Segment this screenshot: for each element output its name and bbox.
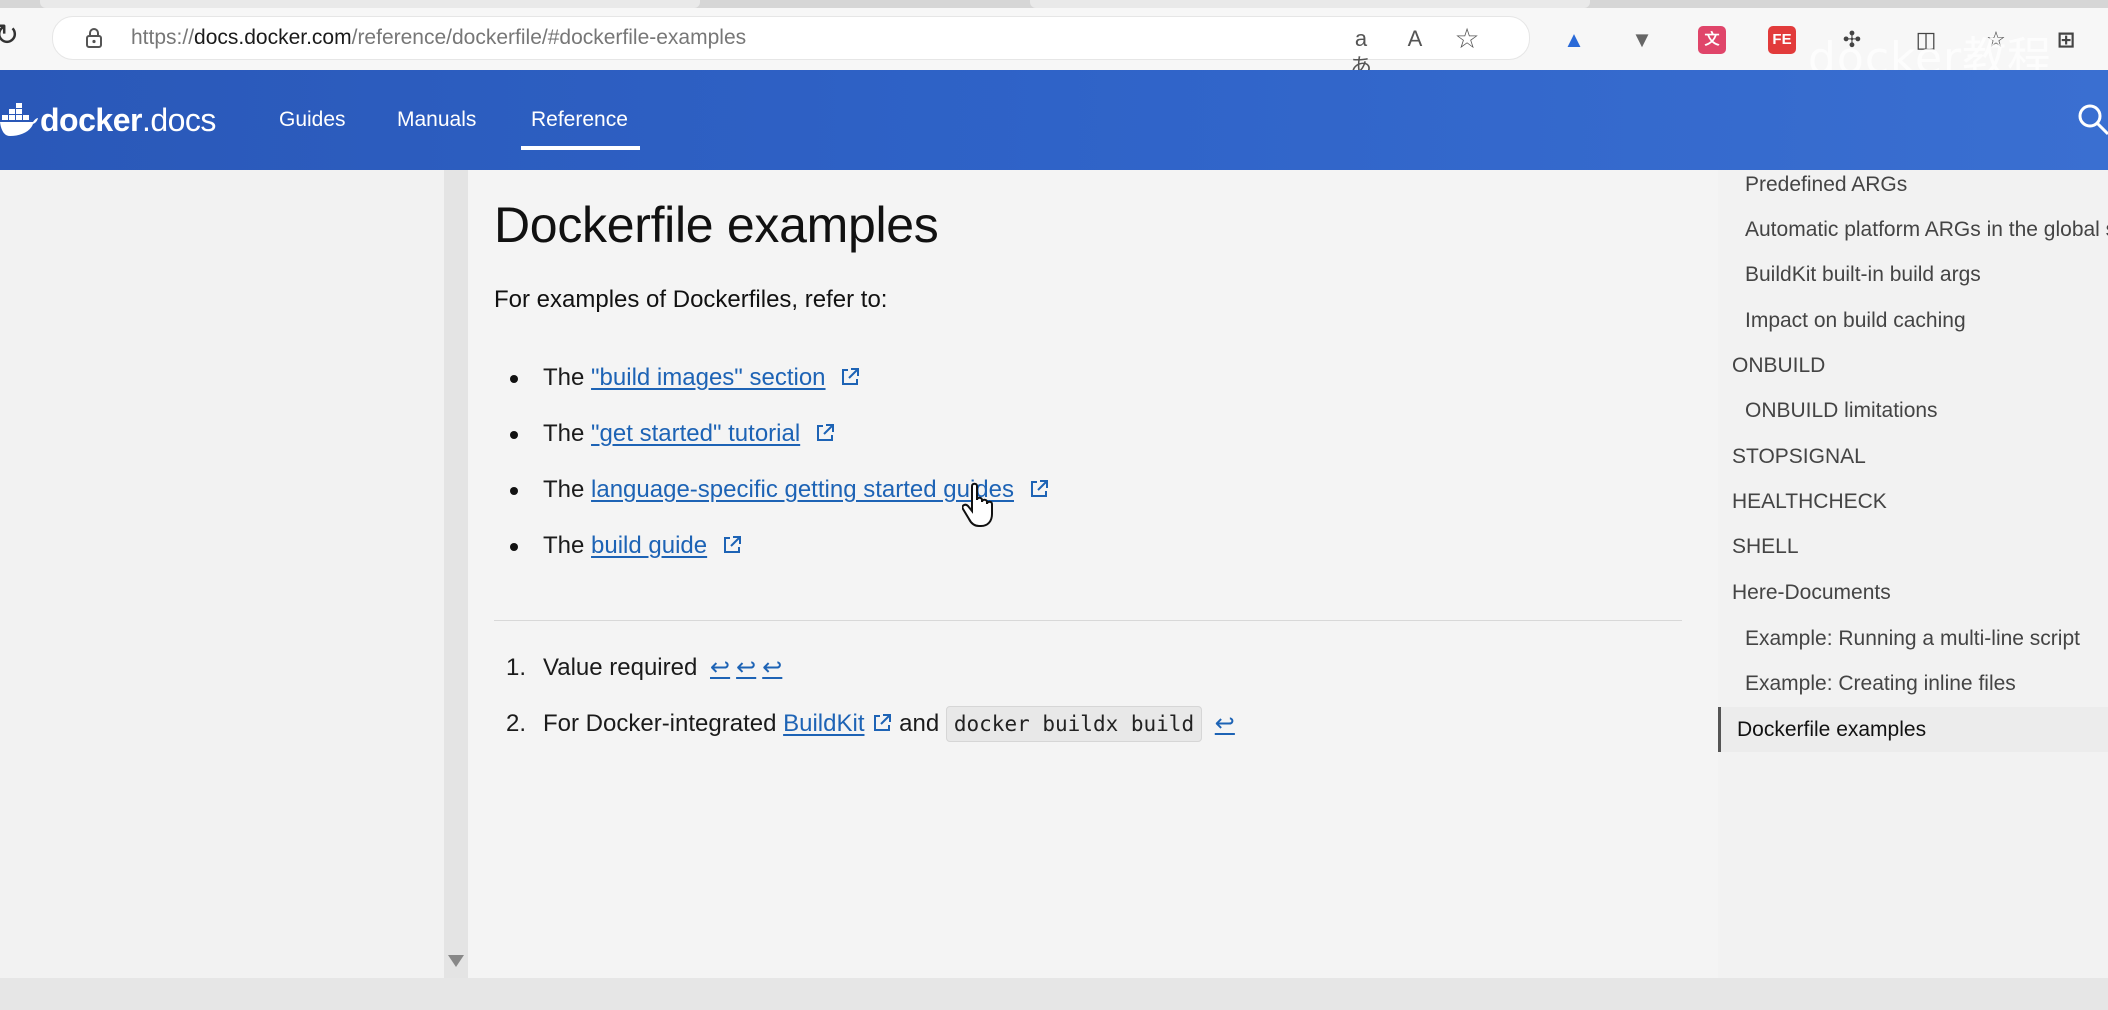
external-link-icon bbox=[723, 536, 741, 553]
extension-triangle-icon[interactable]: ▲ bbox=[1560, 26, 1588, 54]
docs-header: docker.docs Guides Manuals Reference bbox=[0, 70, 2108, 170]
extension-v-icon[interactable]: ▼ bbox=[1628, 26, 1656, 54]
address-bar[interactable]: https://docs.docker.com/reference/docker… bbox=[52, 16, 1530, 79]
bottom-strip bbox=[0, 978, 2108, 1010]
toc-item[interactable]: Example: Running a multi-line script bbox=[1745, 624, 2080, 654]
extension-translate-icon[interactable]: 文 bbox=[1698, 26, 1726, 54]
logo-text: docker.docs bbox=[40, 101, 216, 138]
toc-item[interactable]: Here-Documents bbox=[1732, 578, 1891, 608]
browser-tab[interactable] bbox=[1030, 0, 1590, 8]
toc-item[interactable]: STOPSIGNAL bbox=[1732, 442, 1866, 472]
toc-item[interactable]: ONBUILD bbox=[1732, 351, 1825, 381]
toc-item[interactable]: Example: Creating inline files bbox=[1745, 669, 2016, 699]
reload-icon[interactable]: ↻ bbox=[0, 21, 22, 51]
build-guide-link[interactable]: build guide bbox=[591, 532, 707, 559]
extension-fe-icon[interactable]: FE bbox=[1768, 26, 1796, 54]
intro-text: For examples of Dockerfiles, refer to: bbox=[494, 286, 888, 313]
nav-reference[interactable]: Reference bbox=[521, 100, 640, 150]
nav-guides[interactable]: Guides bbox=[279, 100, 346, 140]
footnote-backref-link[interactable]: ↩ bbox=[710, 654, 730, 681]
build-images-link[interactable]: "build images" section bbox=[591, 364, 826, 391]
scroll-down-arrow-icon[interactable] bbox=[448, 955, 464, 967]
get-started-link[interactable]: "get started" tutorial bbox=[591, 420, 800, 447]
footnote-backref-link[interactable]: ↩ bbox=[736, 654, 756, 681]
footnote-item: 2. For Docker-integrated BuildKit and do… bbox=[494, 702, 1235, 758]
footnote-backref-link[interactable]: ↩ bbox=[1215, 710, 1235, 737]
list-item: The "build images" section bbox=[494, 356, 1049, 412]
page-title: Dockerfile examples bbox=[494, 197, 939, 253]
browser-toolbar: ↻ https://docs.docker.com/reference/dock… bbox=[0, 8, 2108, 84]
docker-docs-logo[interactable]: docker.docs bbox=[0, 100, 216, 140]
list-item: The build guide bbox=[494, 524, 1049, 580]
footnotes-list: 1. Value required ↩ ↩ ↩ 2. For Docker-inte… bbox=[494, 646, 1235, 758]
external-link-icon bbox=[842, 368, 860, 385]
examples-list: The "build images" section The "get star… bbox=[494, 356, 1049, 580]
toc-item[interactable]: ONBUILD limitations bbox=[1745, 396, 1938, 426]
lock-icon[interactable] bbox=[83, 27, 105, 49]
footnote-item: 1. Value required ↩ ↩ ↩ bbox=[506, 654, 783, 681]
footnotes-divider bbox=[494, 620, 1682, 621]
favorite-star-icon[interactable]: ☆ bbox=[1453, 25, 1481, 53]
toc-item[interactable]: SHELL bbox=[1732, 532, 1799, 562]
external-link-icon bbox=[816, 424, 834, 441]
nav-manuals[interactable]: Manuals bbox=[397, 100, 476, 140]
external-link-icon bbox=[874, 714, 892, 731]
toc-item[interactable]: Impact on build caching bbox=[1745, 306, 1966, 336]
language-guides-link[interactable]: language-specific getting started guides bbox=[591, 476, 1014, 503]
browser-tab[interactable] bbox=[40, 0, 700, 8]
read-aloud-icon[interactable]: A bbox=[1401, 25, 1429, 53]
docker-whale-icon bbox=[0, 103, 38, 136]
list-item: The "get started" tutorial bbox=[494, 412, 1049, 468]
buildkit-link[interactable]: BuildKit bbox=[783, 710, 864, 737]
footnote-backref-link[interactable]: ↩ bbox=[762, 654, 782, 681]
sidebar-scrollbar[interactable] bbox=[444, 170, 468, 978]
toc-item[interactable]: Predefined ARGs bbox=[1745, 170, 1907, 200]
toc-item-active[interactable]: Dockerfile examples bbox=[1718, 707, 2108, 752]
external-link-icon bbox=[1030, 480, 1048, 497]
collections-icon[interactable]: ⊞ bbox=[2052, 26, 2080, 54]
toc-item[interactable]: HEALTHCHECK bbox=[1732, 487, 1887, 517]
left-sidebar bbox=[0, 170, 444, 978]
inline-code: docker buildx build bbox=[945, 706, 1203, 742]
search-icon[interactable] bbox=[2076, 102, 2108, 136]
toc-item[interactable]: Automatic platform ARGs in the global sc… bbox=[1745, 215, 2108, 245]
table-of-contents: Predefined ARGs Automatic platform ARGs … bbox=[1718, 170, 2108, 978]
translate-icon[interactable]: aあ bbox=[1347, 25, 1375, 79]
toc-item[interactable]: BuildKit built-in build args bbox=[1745, 260, 1981, 290]
url-text[interactable]: https://docs.docker.com/reference/docker… bbox=[131, 17, 746, 59]
hand-cursor-icon bbox=[962, 482, 993, 527]
